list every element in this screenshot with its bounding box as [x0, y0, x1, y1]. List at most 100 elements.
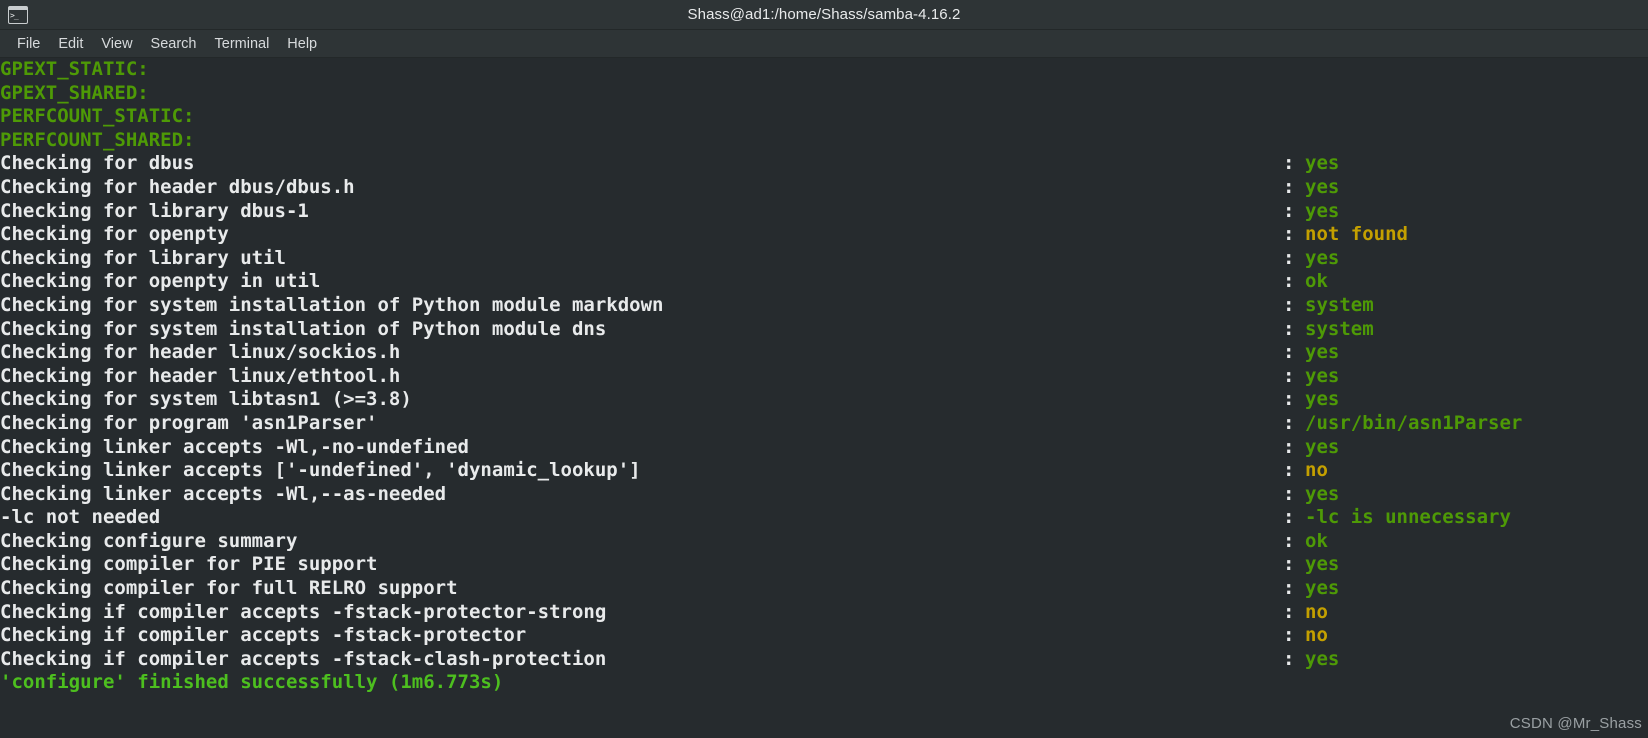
terminal-line: Checking if compiler accepts -fstack-pro… [0, 601, 1648, 625]
terminal-line: Checking for header linux/ethtool.h: yes [0, 365, 1648, 389]
terminal-line-label: Checking for openpty in util [0, 270, 321, 293]
menu-item-terminal[interactable]: Terminal [206, 34, 279, 54]
terminal-line-value: yes [1305, 199, 1340, 222]
terminal-line-label: Checking if compiler accepts -fstack-cla… [0, 647, 607, 670]
terminal-line-separator: : [1283, 553, 1295, 576]
terminal-line-separator: : [1283, 364, 1295, 387]
terminal-line-separator: : [1283, 435, 1295, 458]
terminal-line-separator: : [1283, 647, 1295, 670]
terminal-line-separator: : [1283, 341, 1295, 364]
terminal-line: Checking for library util: yes [0, 247, 1648, 271]
menu-item-help[interactable]: Help [278, 34, 326, 54]
terminal-line-value: no [1305, 459, 1328, 482]
terminal-line-value: yes [1305, 364, 1340, 387]
terminal-line: Checking for dbus: yes [0, 152, 1648, 176]
terminal-line-separator: : [1283, 529, 1295, 552]
terminal-line-label: Checking for system installation of Pyth… [0, 293, 664, 316]
terminal-line-separator: : [1283, 199, 1295, 222]
terminal-line: Checking linker accepts -Wl,-no-undefine… [0, 436, 1648, 460]
terminal-output[interactable]: GPEXT_STATIC: GPEXT_SHARED: PERFCOUNT_STAT… [0, 58, 1648, 738]
terminal-line-label: -lc not needed [0, 506, 161, 529]
terminal-line-value: no [1305, 600, 1328, 623]
terminal-line: Checking linker accepts ['-undefined', '… [0, 459, 1648, 483]
terminal-line-label: Checking for system libtasn1 (>=3.8) [0, 388, 412, 411]
terminal-line-separator: : [1283, 270, 1295, 293]
menu-item-edit[interactable]: Edit [49, 34, 92, 54]
menu-item-search[interactable]: Search [142, 34, 206, 54]
terminal-line: Checking for system installation of Pyth… [0, 294, 1648, 318]
terminal-line-label: Checking linker accepts -Wl,-no-undefine… [0, 435, 469, 458]
titlebar: Shass@ad1:/home/Shass/samba-4.16.2 [0, 0, 1648, 30]
terminal-line-value: not found [1305, 223, 1408, 246]
terminal-line-separator: : [1283, 317, 1295, 340]
terminal-line-value: yes [1305, 647, 1340, 670]
terminal-line: Checking if compiler accepts -fstack-pro… [0, 624, 1648, 648]
terminal-icon [8, 5, 28, 24]
terminal-line-value: yes [1305, 152, 1340, 175]
menu-item-view[interactable]: View [92, 34, 141, 54]
terminal-line-value: yes [1305, 435, 1340, 458]
terminal-line: Checking for system installation of Pyth… [0, 318, 1648, 342]
terminal-line-label: Checking for dbus [0, 152, 195, 175]
terminal-line-label: Checking for header linux/ethtool.h [0, 364, 401, 387]
terminal-line-separator: : [1283, 175, 1295, 198]
terminal-line-label: PERFCOUNT_SHARED: [0, 128, 195, 151]
terminal-line-separator: : [1283, 293, 1295, 316]
terminal-line-label: Checking linker accepts ['-undefined', '… [0, 459, 641, 482]
terminal-line-separator: : [1283, 388, 1295, 411]
window-title: Shass@ad1:/home/Shass/samba-4.16.2 [687, 6, 961, 23]
terminal-line-value: yes [1305, 388, 1340, 411]
terminal-line-value: -lc is unnecessary [1305, 506, 1511, 529]
terminal-line: PERFCOUNT_STATIC: [0, 105, 1648, 129]
terminal-line-label: Checking for library util [0, 246, 286, 269]
terminal-line-separator: : [1283, 577, 1295, 600]
terminal-line-label: GPEXT_SHARED: [0, 81, 149, 104]
terminal-line-label: 'configure' finished successfully (1m6.7… [0, 671, 504, 694]
terminal-line: 'configure' finished successfully (1m6.7… [0, 671, 1648, 695]
terminal-line-label: Checking for program 'asn1Parser' [0, 411, 378, 434]
terminal-line: -lc not needed: -lc is unnecessary [0, 506, 1648, 530]
terminal-line-value: yes [1305, 553, 1340, 576]
terminal-line-label: Checking if compiler accepts -fstack-pro… [0, 624, 527, 647]
watermark: CSDN @Mr_Shass [1509, 715, 1642, 732]
terminal-line: GPEXT_STATIC: [0, 58, 1648, 82]
terminal-line: PERFCOUNT_SHARED: [0, 129, 1648, 153]
terminal-line: Checking for openpty: not found [0, 223, 1648, 247]
terminal-line-label: Checking configure summary [0, 529, 298, 552]
terminal-line-label: Checking compiler for full RELRO support [0, 577, 458, 600]
terminal-line-label: PERFCOUNT_STATIC: [0, 105, 195, 128]
terminal-line: Checking configure summary: ok [0, 530, 1648, 554]
terminal-line: Checking for program 'asn1Parser': /usr/b… [0, 412, 1648, 436]
terminal-line-value: ok [1305, 270, 1328, 293]
terminal-line-label: Checking for openpty [0, 223, 229, 246]
terminal-line: Checking linker accepts -Wl,--as-needed:… [0, 483, 1648, 507]
terminal-line-value: yes [1305, 246, 1340, 269]
terminal-line-separator: : [1283, 506, 1295, 529]
terminal-line-label: Checking for header dbus/dbus.h [0, 175, 355, 198]
terminal-line-value: ok [1305, 529, 1328, 552]
terminal-line-separator: : [1283, 459, 1295, 482]
terminal-line-value: yes [1305, 482, 1340, 505]
terminal-line-value: no [1305, 624, 1328, 647]
terminal-window: Shass@ad1:/home/Shass/samba-4.16.2 File … [0, 0, 1648, 738]
terminal-line-value: /usr/bin/asn1Parser [1305, 411, 1523, 434]
terminal-line-value: yes [1305, 175, 1340, 198]
terminal-line-value: yes [1305, 577, 1340, 600]
terminal-line: Checking for library dbus-1: yes [0, 200, 1648, 224]
menu-item-file[interactable]: File [8, 34, 49, 54]
terminal-line-separator: : [1283, 152, 1295, 175]
terminal-line-value: system [1305, 293, 1374, 316]
terminal-line-separator: : [1283, 246, 1295, 269]
terminal-line-label: Checking for library dbus-1 [0, 199, 309, 222]
terminal-line-separator: : [1283, 411, 1295, 434]
terminal-line-separator: : [1283, 624, 1295, 647]
terminal-line: Checking if compiler accepts -fstack-cla… [0, 648, 1648, 672]
terminal-line-label: Checking linker accepts -Wl,--as-needed [0, 482, 447, 505]
menubar: File Edit View Search Terminal Help [0, 30, 1648, 58]
terminal-line: Checking compiler for PIE support: yes [0, 553, 1648, 577]
terminal-line-separator: : [1283, 600, 1295, 623]
terminal-line: Checking for header dbus/dbus.h: yes [0, 176, 1648, 200]
terminal-line-label: GPEXT_STATIC: [0, 58, 149, 80]
terminal-line: Checking for header linux/sockios.h: yes [0, 341, 1648, 365]
terminal-line: Checking for openpty in util: ok [0, 270, 1648, 294]
